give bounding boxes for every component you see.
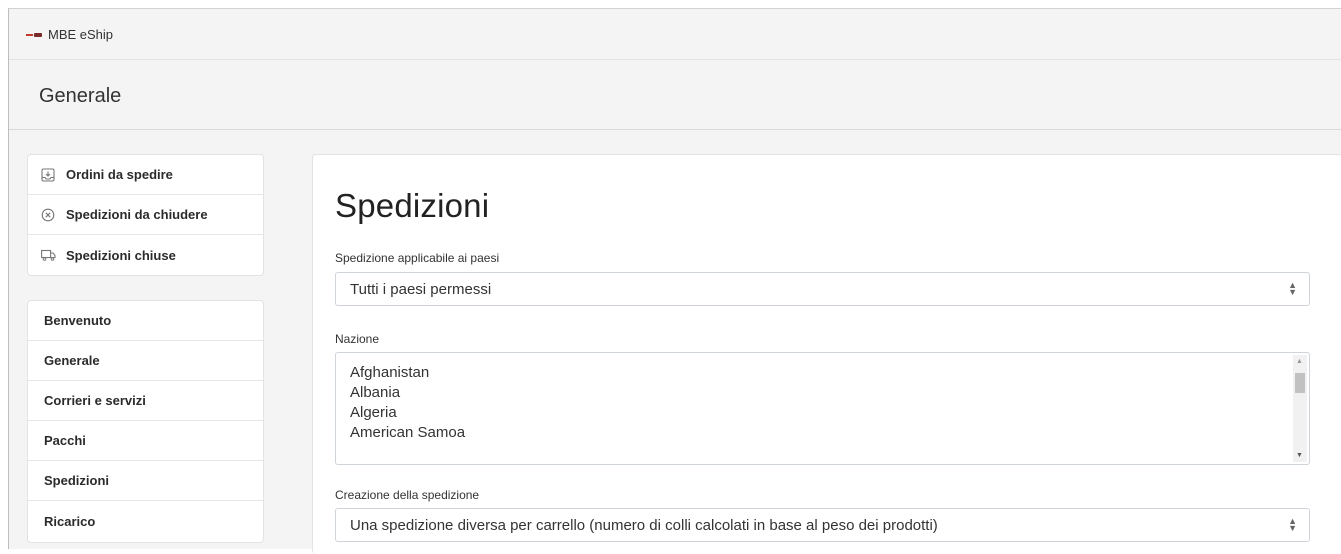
- select-arrows-icon: ▲ ▼: [1288, 280, 1297, 297]
- top-bar: MBE eShip: [9, 9, 1341, 60]
- scroll-down-icon[interactable]: ▼: [1296, 452, 1303, 459]
- list-item[interactable]: Afghanistan: [336, 363, 1309, 383]
- shipping-nav: Ordini da spedire Spedizioni da chiudere…: [27, 154, 264, 276]
- sidebar-item-pacchi[interactable]: Pacchi: [28, 421, 263, 461]
- inbox-download-icon: [40, 167, 56, 183]
- listbox-scrollbar[interactable]: ▲ ▼: [1293, 355, 1307, 462]
- settings-nav: Benvenuto Generale Corrieri e servizi Pa…: [27, 300, 264, 543]
- truck-icon: [40, 247, 56, 263]
- scrollbar-thumb[interactable]: [1295, 373, 1305, 393]
- scroll-up-icon[interactable]: ▲: [1296, 358, 1303, 365]
- sidebar-item-label: Ordini da spedire: [66, 167, 173, 182]
- sidebar-item-ricarico[interactable]: Ricarico: [28, 501, 263, 541]
- sidebar-item-spedizioni[interactable]: Spedizioni: [28, 461, 263, 501]
- section-title: Spedizioni: [335, 187, 490, 224]
- sidebar-item-corrieri-e-servizi[interactable]: Corrieri e servizi: [28, 381, 263, 421]
- list-item[interactable]: American Samoa: [336, 423, 1309, 443]
- list-item[interactable]: Albania: [336, 383, 1309, 403]
- nation-listbox[interactable]: Afghanistan Albania Algeria American Sam…: [335, 352, 1310, 465]
- sidebar-item-benvenuto[interactable]: Benvenuto: [28, 301, 263, 341]
- page-title: Generale: [39, 85, 122, 107]
- select-arrows-icon: ▲ ▼: [1288, 516, 1297, 533]
- mbe-logo-icon: [26, 30, 42, 40]
- circle-x-icon: [40, 207, 56, 223]
- countries-applicable-value: Tutti i paesi permessi: [350, 280, 492, 298]
- sidebar-item-spedizioni-chiuse[interactable]: Spedizioni chiuse: [28, 235, 263, 275]
- app-title: MBE eShip: [48, 27, 114, 42]
- shipment-creation-value: Una spedizione diversa per carrello (num…: [350, 516, 938, 534]
- sidebar-item-generale[interactable]: Generale: [28, 341, 263, 381]
- countries-applicable-label: Spedizione applicabile ai paesi: [335, 251, 500, 265]
- sidebar-item-spedizioni-da-chiudere[interactable]: Spedizioni da chiudere: [28, 195, 263, 235]
- countries-applicable-select[interactable]: Tutti i paesi permessi ▲ ▼: [335, 272, 1310, 306]
- list-item[interactable]: Algeria: [336, 403, 1309, 423]
- brand[interactable]: MBE eShip: [26, 27, 113, 42]
- shipment-creation-label: Creazione della spedizione: [335, 488, 480, 502]
- page-header: Generale: [9, 60, 1341, 130]
- sidebar-item-label: Spedizioni da chiudere: [66, 207, 208, 222]
- nation-label: Nazione: [335, 332, 380, 346]
- main-panel: Spedizioni Spedizione applicabile ai pae…: [312, 154, 1341, 554]
- sidebar-item-ordini-da-spedire[interactable]: Ordini da spedire: [28, 155, 263, 195]
- app-window: MBE eShip Generale Ordini da spedire Spe…: [8, 8, 1341, 554]
- shipment-creation-select[interactable]: Una spedizione diversa per carrello (num…: [335, 508, 1310, 542]
- sidebar-item-label: Spedizioni chiuse: [66, 247, 176, 263]
